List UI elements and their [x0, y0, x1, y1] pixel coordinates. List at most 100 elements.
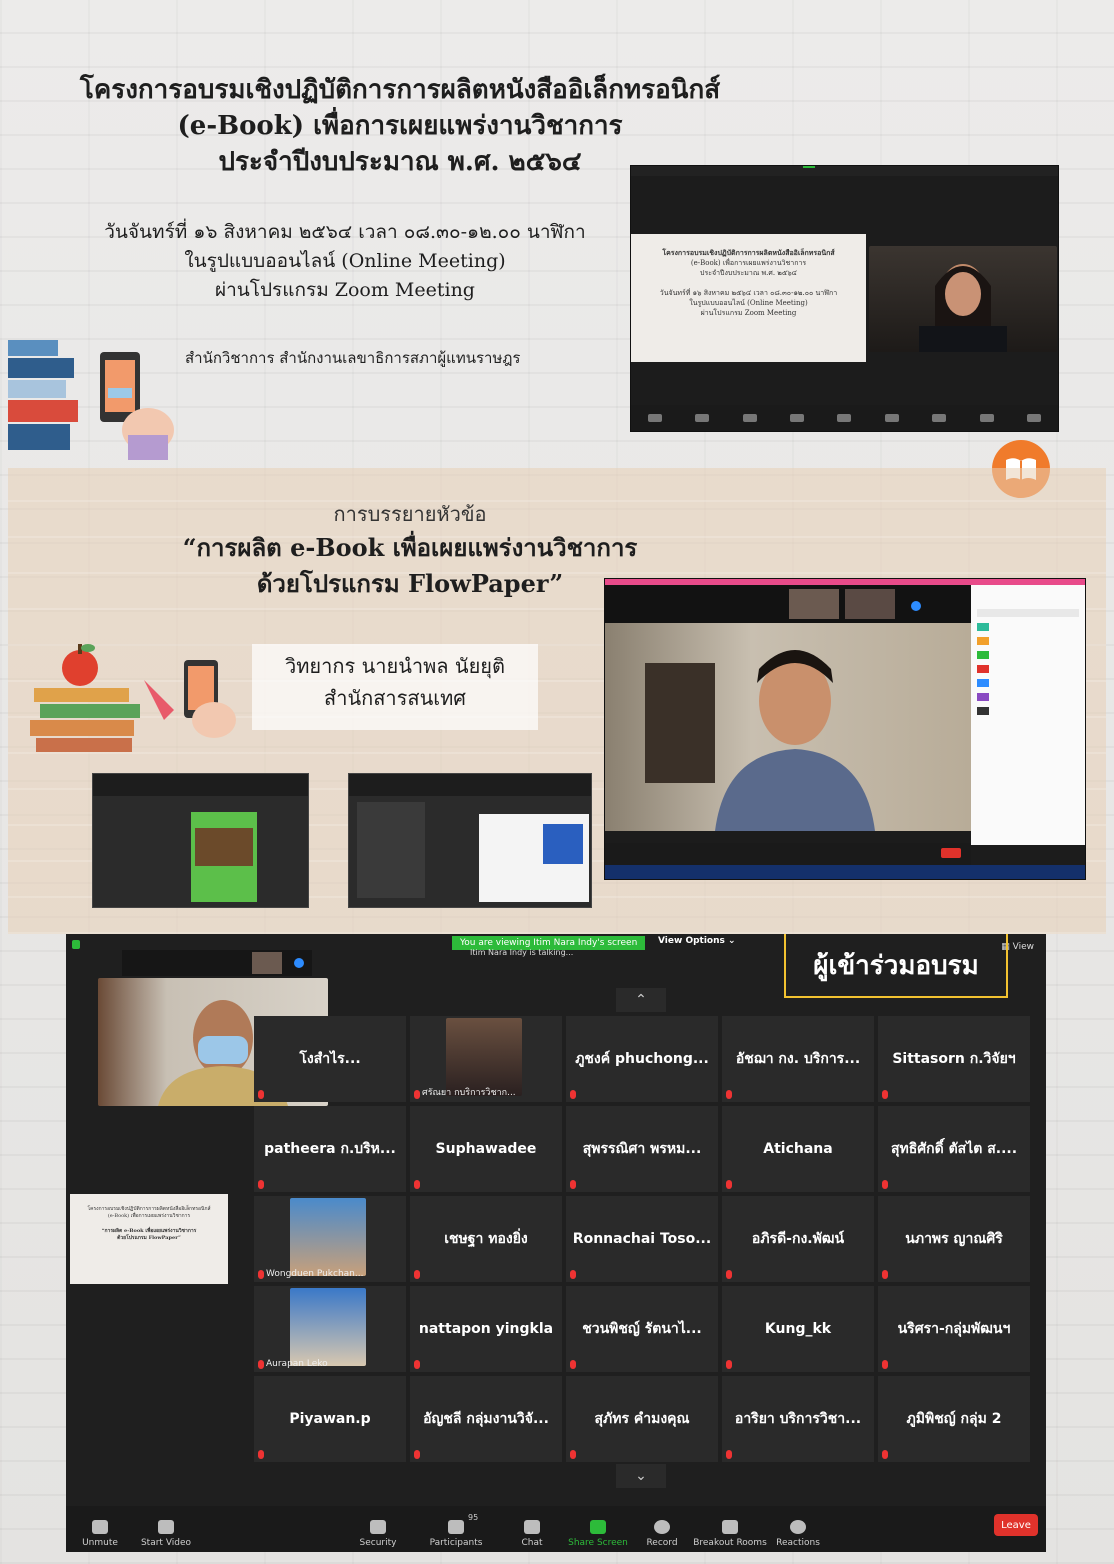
microphone-muted-icon [570, 1180, 576, 1189]
title-line-1: โครงการอบรมเชิงปฏิบัติการการผลิตหนังสืออ… [79, 75, 721, 105]
participant-tile[interactable]: อภิรดี-กง.พัฒน์ [722, 1196, 874, 1282]
share-screen-icon [590, 1520, 606, 1534]
microphone-muted-icon [882, 1180, 888, 1189]
leave-label: Leave [1001, 1519, 1031, 1531]
format-line: ในรูปแบบออนไลน์ (Online Meeting) [184, 250, 506, 272]
zoom-screenshot-2 [604, 578, 1086, 880]
view-options-button[interactable]: View Options ⌄ [658, 936, 736, 946]
microphone-muted-icon [882, 1090, 888, 1099]
record-label: Record [646, 1538, 678, 1548]
platform-line: ผ่านโปรแกรม Zoom Meeting [215, 279, 475, 301]
participant-name: Ronnachai Toso... [572, 1231, 712, 1247]
participant-tile[interactable]: โงสำไร... [254, 1016, 406, 1102]
participant-tile[interactable]: Kung_kk [722, 1286, 874, 1372]
zoom-toolbar-mini [605, 843, 971, 865]
reactions-label: Reactions [776, 1538, 820, 1548]
reactions-icon [790, 1520, 806, 1534]
participant-tile[interactable]: ชวนพิชญ์ รัตนาไ... [566, 1286, 718, 1372]
start-video-button[interactable]: Start Video [126, 1520, 206, 1548]
microphone-muted-icon [258, 1180, 264, 1189]
participant-tile[interactable]: nattapon yingkla [410, 1286, 562, 1372]
microphone-muted-icon [726, 1180, 732, 1189]
video-off-icon [158, 1520, 174, 1534]
participants-caption: ผู้เข้าร่วมอบรม [784, 934, 1008, 998]
participant-tile[interactable]: ภูมิพิชญ์ กลุ่ม 2 [878, 1376, 1030, 1462]
leave-button[interactable]: Leave [994, 1514, 1038, 1536]
security-label: Security [359, 1538, 397, 1548]
microphone-muted-icon [414, 1450, 420, 1459]
preview-graphic [543, 824, 583, 864]
date-line: วันจันทร์ที่ ๑๖ สิงหาคม ๒๕๖๔ เวลา ๐๘.๓๐-… [104, 221, 586, 243]
participant-name: นภาพร ญาณศิริ [905, 1231, 1003, 1247]
microphone-muted-icon [414, 1360, 420, 1369]
participant-tile[interactable]: Piyawan.p [254, 1376, 406, 1462]
participant-tile[interactable]: ภูชงค์ phuchong... [566, 1016, 718, 1102]
flowpaper-image [195, 828, 253, 866]
participants-count: 95 [468, 1513, 479, 1522]
chevron-up-icon[interactable]: ⌃ [616, 988, 666, 1012]
participant-tile[interactable]: Wongduen Pukchan... [254, 1196, 406, 1282]
project-title: โครงการอบรมเชิงปฏิบัติการการผลิตหนังสืออ… [60, 72, 740, 180]
chevron-down-icon[interactable]: ⌄ [616, 1464, 666, 1488]
microphone-muted-icon [258, 1090, 264, 1099]
shield-icon [370, 1520, 386, 1534]
talking-indicator: Itim Nara Indy is talking... [470, 948, 574, 957]
participant-tile[interactable]: Ronnachai Toso... [566, 1196, 718, 1282]
topic-label: การบรรยายหัวข้อ [333, 502, 487, 526]
chat-icon [524, 1520, 540, 1534]
presenter-figure [919, 264, 1007, 352]
participant-tile[interactable]: Suphawadee [410, 1106, 562, 1192]
microphone-muted-icon [882, 1270, 888, 1279]
participant-name: ภูมิพิชญ์ กลุ่ม 2 [906, 1411, 1002, 1427]
participant-tile[interactable]: patheera ก.บริห... [254, 1106, 406, 1192]
participant-tile[interactable]: นริศรา-กลุ่มพัฒนฯ [878, 1286, 1030, 1372]
zoom-gallery-window: You are viewing Itim Nara Indy's screen … [66, 934, 1046, 1552]
organizer-text: สำนักวิชาการ สำนักงานเลขาธิการสภาผู้แทนร… [185, 349, 521, 367]
participant-tile[interactable]: อาริยา บริการวิชา... [722, 1376, 874, 1462]
speaker-video [605, 623, 971, 831]
view-label: View [1012, 942, 1034, 952]
participant-name: สุพรรณิศา พรหม... [582, 1141, 702, 1157]
event-date-block: วันจันทร์ที่ ๑๖ สิงหาคม ๒๕๖๔ เวลา ๐๘.๓๐-… [80, 218, 610, 305]
microphone-muted-icon [882, 1360, 888, 1369]
books-apple-illustration [30, 644, 236, 752]
microphone-muted-icon [726, 1090, 732, 1099]
participant-tile[interactable]: Aurapan Leko [254, 1286, 406, 1372]
microphone-muted-icon [414, 1180, 420, 1189]
participant-tile[interactable]: สุทธิศักดิ์ ตัสไต ส.... [878, 1106, 1030, 1192]
shield-icon[interactable] [72, 940, 80, 949]
shared-slide-thumbnail[interactable]: โครงการอบรมเชิงปฏิบัติการการผลิตหนังสืออ… [70, 1194, 228, 1284]
participant-tile[interactable]: อัญชลี กลุ่มงานวิจั... [410, 1376, 562, 1462]
microphone-muted-icon [570, 1270, 576, 1279]
participant-name: Suphawadee [435, 1141, 537, 1157]
breakout-rooms-icon [722, 1520, 738, 1534]
security-button[interactable]: Security [338, 1520, 418, 1548]
participants-button[interactable]: Participants [416, 1520, 496, 1548]
participant-tile[interactable]: สุพรรณิศา พรหม... [566, 1106, 718, 1192]
participant-tile[interactable]: ศรัณยา กบริการวิชาก... [410, 1016, 562, 1102]
participant-tile[interactable]: เชษฐา ทองยิ่ง [410, 1196, 562, 1282]
participant-name: nattapon yingkla [418, 1321, 554, 1337]
participant-name: นริศรา-กลุ่มพัฒนฯ [897, 1321, 1011, 1337]
participant-tile[interactable]: Sittasorn ก.วิจัยฯ [878, 1016, 1030, 1102]
flowpaper-page [191, 812, 257, 902]
flowpaper-screenshot-2 [348, 773, 592, 908]
shared-slide: โครงการอบรมเชิงปฏิบัติการการผลิตหนังสืออ… [631, 234, 866, 362]
microphone-muted-icon [414, 1090, 420, 1099]
participant-tile[interactable]: อัชฌา กง. บริการ... [722, 1016, 874, 1102]
speaker-name: วิทยากร นายนำพล นัยยุติ [285, 654, 505, 678]
participant-tile[interactable]: สุภัทร คำมงคุณ [566, 1376, 718, 1462]
participant-name: อัชฌา กง. บริการ... [735, 1051, 861, 1067]
breakout-label: Breakout Rooms [693, 1538, 767, 1548]
reactions-button[interactable]: Reactions [758, 1520, 838, 1548]
microphone-muted-icon [570, 1450, 576, 1459]
participant-name: อัญชลี กลุ่มงานวิจั... [423, 1411, 549, 1427]
microphone-muted-icon [258, 1270, 264, 1279]
viewing-banner-mini [803, 166, 815, 168]
microphone-muted-icon [726, 1450, 732, 1459]
participant-tile[interactable]: นภาพร ญาณศิริ [878, 1196, 1030, 1282]
participant-photo [290, 1288, 366, 1366]
zoom-screenshot-1: โครงการอบรมเชิงปฏิบัติการการผลิตหนังสืออ… [630, 165, 1059, 432]
participant-tile[interactable]: Atichana [722, 1106, 874, 1192]
record-icon [654, 1520, 670, 1534]
